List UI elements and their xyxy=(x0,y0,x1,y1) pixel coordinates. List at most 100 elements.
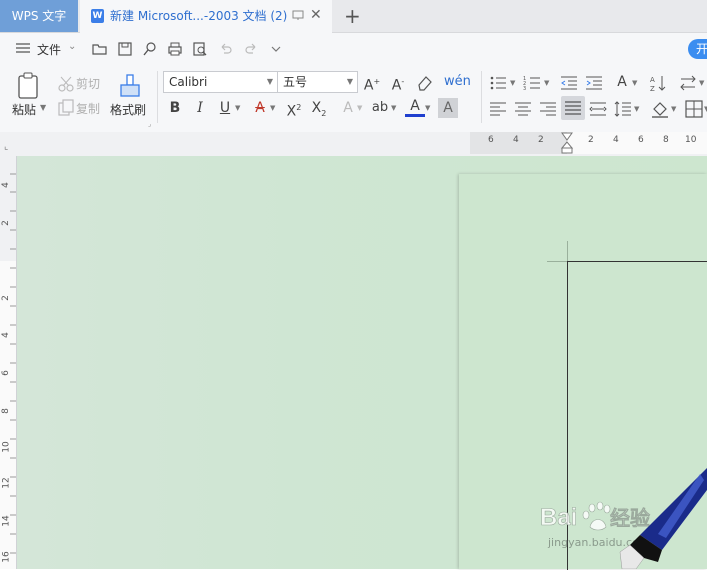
decrease-indent-icon[interactable] xyxy=(560,74,578,92)
copy-button[interactable]: 复制 xyxy=(76,100,100,117)
vertical-ruler[interactable]: 4 2 2 4 6 8 10 12 14 16 xyxy=(0,156,17,569)
paragraph-shading-bucket-icon[interactable] xyxy=(651,100,669,118)
strikethrough-icon[interactable]: A xyxy=(250,98,270,118)
align-left-icon[interactable] xyxy=(489,100,507,118)
shrink-font-icon[interactable]: A- xyxy=(388,72,408,94)
character-shading-icon[interactable]: A xyxy=(438,98,458,118)
grow-font-icon[interactable]: A+ xyxy=(362,72,382,94)
clear-format-eraser-icon[interactable] xyxy=(416,73,434,91)
copy-icon[interactable] xyxy=(57,99,75,117)
align-right-icon[interactable] xyxy=(539,100,557,118)
scissors-icon[interactable] xyxy=(57,75,75,93)
italic-icon[interactable]: I xyxy=(190,98,210,118)
find-icon[interactable] xyxy=(142,41,158,57)
align-center-icon[interactable] xyxy=(514,100,532,118)
document-tab-title: 新建 Microsoft...-2003 文档 (2) xyxy=(110,9,288,23)
ruler-label: 16 xyxy=(1,551,12,563)
justify-icon xyxy=(565,101,581,115)
ribbon-divider xyxy=(157,71,158,123)
app-tab[interactable]: WPS 文字 xyxy=(0,0,78,32)
font-color-icon[interactable]: A xyxy=(405,96,425,117)
font-size-chevron-icon[interactable]: ▼ xyxy=(347,72,353,92)
screen-icon[interactable] xyxy=(292,10,304,21)
bold-icon[interactable]: B xyxy=(165,98,185,118)
font-name-chevron-icon[interactable]: ▼ xyxy=(267,72,273,92)
ruler-label: 4 xyxy=(0,332,11,338)
strikethrough-chevron-icon[interactable]: ▼ xyxy=(270,104,275,112)
paste-dropdown-chevron-icon[interactable]: ▼ xyxy=(40,103,46,112)
ribbon-divider xyxy=(481,71,482,123)
undo-icon[interactable] xyxy=(218,41,234,57)
ruler-label: 8 xyxy=(0,408,11,414)
text-effect-chevron-icon[interactable]: ▼ xyxy=(357,104,362,112)
subscript-icon[interactable]: X2 xyxy=(309,98,329,118)
text-direction-chevron-icon[interactable]: ▼ xyxy=(699,79,704,87)
phonetic-guide-icon[interactable]: wén xyxy=(444,72,471,92)
customize-toolbar-chevron-icon[interactable] xyxy=(268,41,284,57)
bullet-list-icon[interactable] xyxy=(489,74,507,92)
menu-bar: 文件 ⌄ 开 xyxy=(0,33,707,65)
file-menu[interactable]: 文件 xyxy=(37,41,61,58)
ruler-label: 10 xyxy=(685,135,697,145)
new-tab-plus-icon[interactable]: + xyxy=(344,4,361,28)
chevron-down-icon[interactable]: ⌄ xyxy=(68,41,76,52)
paste-button[interactable]: 粘贴 xyxy=(12,101,36,118)
borders-icon[interactable] xyxy=(685,100,703,118)
ruler-label: 2 xyxy=(588,135,594,145)
font-size-select[interactable]: 五号 ▼ xyxy=(277,71,358,93)
underline-chevron-icon[interactable]: ▼ xyxy=(235,104,240,112)
indent-marker-icon[interactable] xyxy=(561,132,573,154)
svg-text:3: 3 xyxy=(523,86,526,92)
numbered-list-chevron-icon[interactable]: ▼ xyxy=(544,79,549,87)
increase-indent-icon[interactable] xyxy=(585,74,603,92)
paragraph-shading-chevron-icon[interactable]: ▼ xyxy=(671,105,676,113)
font-color-chevron-icon[interactable]: ▼ xyxy=(425,104,430,112)
justify-button[interactable] xyxy=(561,96,585,120)
paste-clipboard-icon[interactable] xyxy=(16,72,42,100)
format-painter-button[interactable]: 格式刷 xyxy=(110,101,146,118)
svg-text:A: A xyxy=(650,76,655,84)
format-painter-brush-icon[interactable] xyxy=(118,73,142,99)
ruler-label: 12 xyxy=(1,477,12,489)
horizontal-ruler[interactable]: ⌞ 6 4 2 2 4 6 8 10 xyxy=(0,132,707,156)
hamburger-menu-icon[interactable] xyxy=(16,43,30,53)
ruler-ticks xyxy=(10,173,16,554)
distributed-align-icon[interactable] xyxy=(589,100,607,118)
title-tab-bar: WPS 文字 W 新建 Microsoft...-2003 文档 (2) ✕ + xyxy=(0,0,707,33)
open-folder-icon[interactable] xyxy=(92,41,108,57)
ruler-label: 2 xyxy=(0,295,11,301)
bullet-list-chevron-icon[interactable]: ▼ xyxy=(510,79,515,87)
superscript-icon[interactable]: X2 xyxy=(284,98,304,120)
underline-icon[interactable]: U xyxy=(215,98,235,118)
tab-stop-selector-icon[interactable]: ⌞ xyxy=(4,142,8,152)
save-icon[interactable] xyxy=(117,41,133,57)
change-case-icon[interactable]: A xyxy=(612,72,632,92)
text-direction-icon[interactable] xyxy=(679,74,697,92)
line-spacing-icon[interactable] xyxy=(614,100,632,118)
ruler-label: 6 xyxy=(638,135,644,145)
svg-text:Z: Z xyxy=(650,85,655,92)
font-name-select[interactable]: Calibri ▼ xyxy=(163,71,278,93)
print-icon[interactable] xyxy=(167,41,183,57)
ruler-label: 4 xyxy=(513,135,519,145)
change-case-chevron-icon[interactable]: ▼ xyxy=(632,79,637,87)
close-tab-icon[interactable]: ✕ xyxy=(310,7,322,23)
ruler-label: 6 xyxy=(488,135,494,145)
line-spacing-chevron-icon[interactable]: ▼ xyxy=(634,105,639,113)
ruler-label: 14 xyxy=(1,515,12,527)
ruler-label: 4 xyxy=(613,135,619,145)
document-tab[interactable]: W 新建 Microsoft...-2003 文档 (2) ✕ xyxy=(80,0,332,33)
highlight-icon[interactable]: ab xyxy=(370,98,390,118)
clipboard-group-launcher-icon[interactable]: ⌟ xyxy=(148,120,151,128)
start-tab[interactable]: 开 xyxy=(688,39,707,59)
crop-mark xyxy=(547,261,567,262)
text-effect-icon[interactable]: A xyxy=(338,98,358,118)
cut-button[interactable]: 剪切 xyxy=(76,75,100,92)
numbered-list-icon[interactable]: 123 xyxy=(523,74,541,92)
print-preview-icon[interactable] xyxy=(192,41,208,57)
highlight-chevron-icon[interactable]: ▼ xyxy=(391,104,396,112)
sort-icon[interactable]: AZ xyxy=(649,74,667,92)
ruler-label: 10 xyxy=(1,441,12,453)
redo-icon[interactable] xyxy=(243,41,259,57)
ribbon-toolbar: 粘贴 ▼ 剪切 复制 格式刷 ⌟ Calibri ▼ 五号 ▼ A+ A- wé… xyxy=(0,65,707,133)
